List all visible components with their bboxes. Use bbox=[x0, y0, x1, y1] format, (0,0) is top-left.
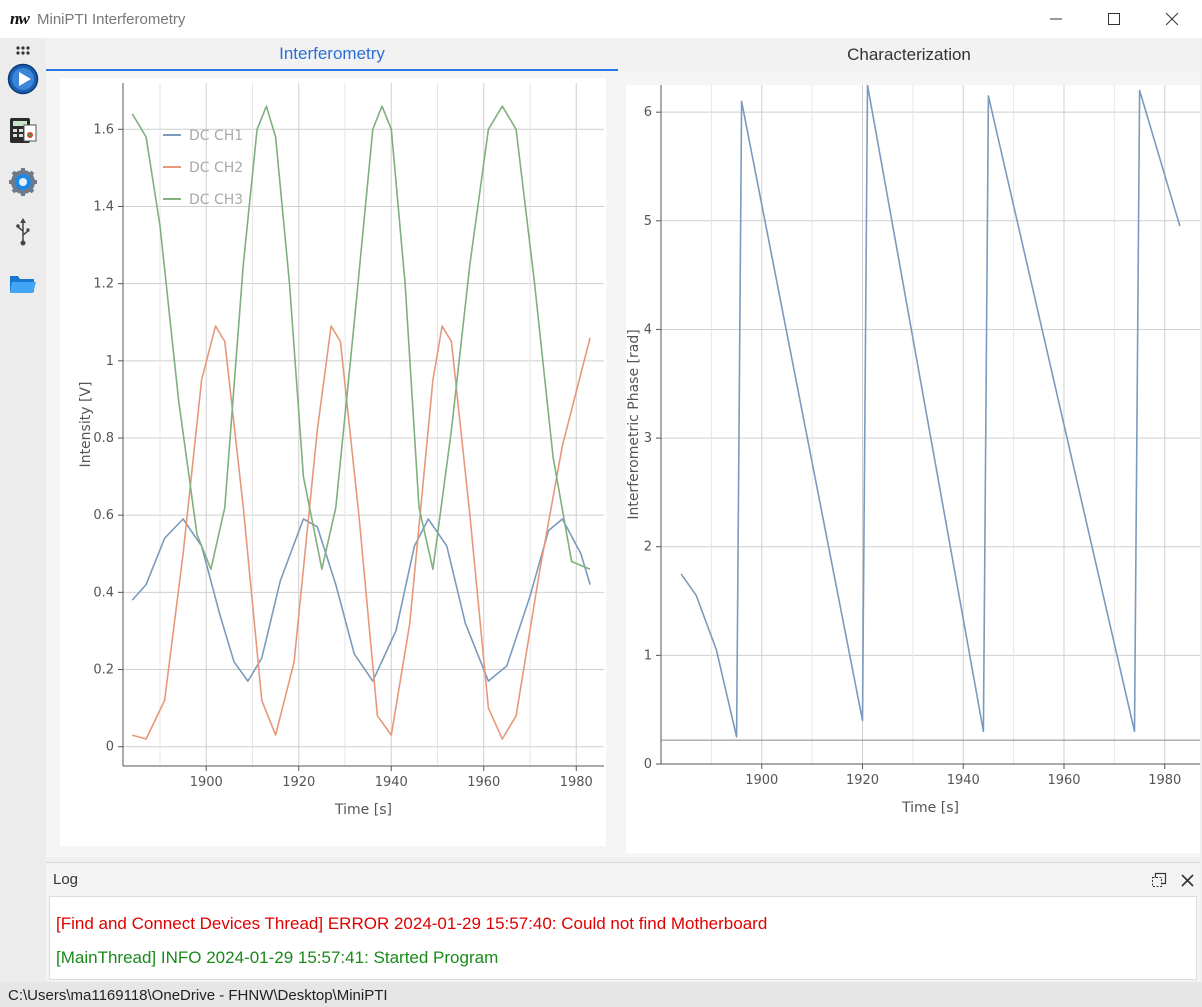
log-output: [Find and Connect Devices Thread] ERROR … bbox=[49, 896, 1197, 980]
status-bar: C:\Users\ma1169118\OneDrive - FHNW\Deskt… bbox=[0, 982, 1202, 1007]
toolbar-grip[interactable] bbox=[6, 40, 40, 60]
series-line-2 bbox=[132, 325, 591, 740]
undock-icon[interactable] bbox=[1151, 872, 1167, 888]
y-tick-label: 3 bbox=[644, 431, 652, 446]
minimize-button[interactable] bbox=[1027, 0, 1085, 38]
maximize-icon bbox=[1108, 13, 1120, 25]
app-logo: nw bbox=[10, 9, 30, 28]
close-icon[interactable] bbox=[1181, 874, 1194, 887]
usb-icon bbox=[16, 218, 30, 246]
y-tick-label: 0.6 bbox=[93, 508, 114, 523]
x-tick-label: 1900 bbox=[190, 775, 223, 790]
intensity-chart-panel: 1900 1920 1940 1960 1980 0 0.2 0.4 0.6 0.8 1 1.2 1.4… bbox=[60, 78, 606, 846]
x-tick-label: 1920 bbox=[282, 775, 315, 790]
x-tick-label: 1980 bbox=[560, 775, 593, 790]
y-axis-label: Interferometric Phase [rad] bbox=[626, 329, 642, 519]
y-tick-label: 2 bbox=[644, 540, 652, 555]
y-axis-label: Intensity [V] bbox=[78, 382, 94, 468]
x-axis-label: Time [s] bbox=[901, 800, 959, 816]
close-icon bbox=[1165, 12, 1179, 26]
maximize-button[interactable] bbox=[1085, 0, 1143, 38]
x-tick-label: 1960 bbox=[1047, 773, 1080, 788]
tab-characterization[interactable]: Characterization bbox=[618, 38, 1200, 71]
y-tick-label: 6 bbox=[644, 105, 652, 120]
side-toolbar bbox=[0, 38, 46, 982]
y-tick-label: 1 bbox=[644, 648, 652, 663]
x-tick-label: 1980 bbox=[1148, 773, 1181, 788]
x-tick-label: 1960 bbox=[467, 775, 500, 790]
grid-lines bbox=[123, 83, 604, 766]
log-line-error: [Find and Connect Devices Thread] ERROR … bbox=[56, 914, 768, 933]
y-tick-label: 0.8 bbox=[93, 431, 114, 446]
plot-area: 1900 1920 1940 1960 1980 0 0.2 0.4 0.6 0.8 1 1.2 1.4… bbox=[46, 71, 1200, 857]
legend-label: DC CH2 bbox=[189, 160, 243, 176]
y-tick-label: 0 bbox=[106, 740, 114, 755]
y-tick-label: 0.4 bbox=[93, 585, 114, 600]
log-line-info: [MainThread] INFO 2024-01-29 15:57:41: S… bbox=[56, 948, 499, 967]
y-tick-label: 5 bbox=[644, 214, 652, 229]
x-tick-label: 1940 bbox=[375, 775, 408, 790]
tab-interferometry[interactable]: Interferometry bbox=[46, 38, 618, 71]
y-tick-label: 1.6 bbox=[93, 122, 114, 137]
minimize-icon bbox=[1050, 18, 1062, 20]
x-tick-label: 1940 bbox=[947, 773, 980, 788]
settings-button[interactable] bbox=[6, 165, 40, 199]
x-axis-label: Time [s] bbox=[334, 802, 392, 818]
usb-button[interactable] bbox=[6, 215, 40, 249]
settings-gear-icon bbox=[9, 168, 37, 196]
phase-chart[interactable]: 1900 1920 1940 1960 1980 0 1 2 3 4 5 6 Time [s] Inter… bbox=[626, 84, 1200, 853]
log-title: Log bbox=[53, 871, 79, 888]
y-tick-label: 1.4 bbox=[93, 199, 114, 214]
y-tick-label: 1.2 bbox=[93, 277, 114, 292]
log-dock: Log [Find and Connect Devices Thread] ER… bbox=[46, 862, 1200, 981]
x-tick-label: 1900 bbox=[745, 773, 778, 788]
status-path: C:\Users\ma1169118\OneDrive - FHNW\Deskt… bbox=[8, 987, 388, 1004]
x-tick-label: 1920 bbox=[846, 773, 879, 788]
tab-bar: Interferometry Characterization bbox=[46, 38, 1200, 71]
title-bar: nw MiniPTI Interferometry bbox=[0, 0, 1202, 38]
calculator-icon bbox=[10, 118, 37, 143]
play-icon bbox=[7, 63, 39, 95]
close-button[interactable] bbox=[1143, 0, 1201, 38]
calculation-button[interactable] bbox=[6, 113, 40, 147]
legend-label: DC CH3 bbox=[189, 192, 243, 208]
legend-label: DC CH1 bbox=[189, 128, 243, 144]
open-folder-button[interactable] bbox=[6, 266, 40, 300]
intensity-chart[interactable]: 1900 1920 1940 1960 1980 0 0.2 0.4 0.6 0.8 1 1.2 1.4… bbox=[60, 78, 606, 846]
y-tick-label: 4 bbox=[644, 322, 652, 337]
y-tick-label: 0 bbox=[644, 757, 652, 772]
y-tick-label: 1 bbox=[106, 354, 114, 369]
phase-chart-panel: 1900 1920 1940 1960 1980 0 1 2 3 4 5 6 Time [s] Inter… bbox=[626, 84, 1200, 853]
series-line-1 bbox=[680, 84, 1181, 738]
window-title: MiniPTI Interferometry bbox=[37, 11, 186, 28]
folder-icon bbox=[10, 276, 36, 293]
run-button[interactable] bbox=[6, 62, 40, 96]
grip-dots-icon bbox=[16, 46, 30, 55]
y-tick-label: 0.2 bbox=[93, 663, 114, 678]
